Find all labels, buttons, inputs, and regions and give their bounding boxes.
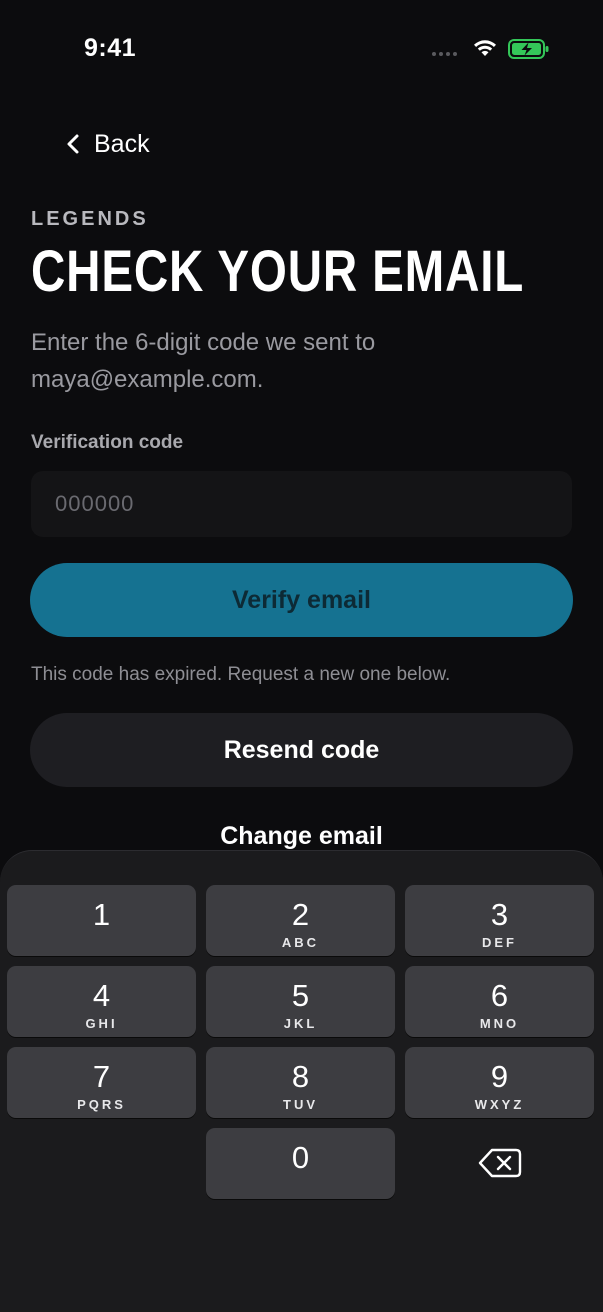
key-letters: WXYZ (474, 1097, 525, 1112)
key-letters: PQRS (77, 1097, 126, 1112)
code-expired-message: This code has expired. Request a new one… (31, 664, 451, 685)
key-digit: 7 (92, 1059, 111, 1094)
keypad-key-2[interactable]: 2 ABC (206, 885, 395, 956)
resend-code-button[interactable]: Resend code (30, 713, 573, 787)
verification-code-input[interactable] (31, 471, 572, 537)
battery-icon (508, 39, 549, 59)
keypad-key-3[interactable]: 3 DEF (405, 885, 594, 956)
keypad-delete-key[interactable] (476, 1143, 524, 1183)
key-letters: GHI (85, 1016, 118, 1031)
brand-name: LEGENDS (31, 208, 149, 230)
cellular-signal-icon (432, 52, 457, 56)
key-digit: 5 (291, 978, 310, 1013)
keypad-key-6[interactable]: 6 MNO (405, 966, 594, 1037)
keypad-key-9[interactable]: 9 WXYZ (405, 1047, 594, 1118)
key-digit: 0 (291, 1140, 310, 1175)
keypad-key-8[interactable]: 8 TUV (206, 1047, 395, 1118)
back-button[interactable]: Back (66, 124, 150, 164)
backspace-icon (478, 1148, 522, 1178)
key-digit: 2 (291, 897, 310, 932)
key-digit: 3 (490, 897, 509, 932)
key-digit: 1 (92, 897, 111, 932)
keypad-key-5[interactable]: 5 JKL (206, 966, 395, 1037)
key-digit: 8 (291, 1059, 310, 1094)
keypad-key-7[interactable]: 7 PQRS (7, 1047, 196, 1118)
key-letters: MNO (479, 1016, 520, 1031)
status-bar: 9:41 (0, 0, 603, 100)
verification-code-label: Verification code (31, 432, 184, 453)
key-letters: DEF (482, 935, 517, 950)
page-title: CHECK YOUR EMAIL (31, 239, 525, 304)
keypad-key-1[interactable]: 1 (7, 885, 196, 956)
page-subtitle: Enter the 6-digit code we sent to maya@e… (31, 329, 376, 393)
key-letters: JKL (283, 1016, 318, 1031)
verify-email-button[interactable]: Verify email (30, 563, 573, 637)
change-email-link[interactable]: Change email (0, 822, 603, 851)
key-digit: 6 (490, 978, 509, 1013)
key-letters: TUV (283, 1097, 318, 1112)
back-label: Back (94, 129, 150, 158)
chevron-left-icon (67, 134, 79, 154)
numeric-keypad: 1 2 ABC 3 DEF 4 GHI 5 JKL 6 MNO 7 PQRS 8… (0, 850, 603, 1312)
key-letters: ABC (281, 935, 320, 950)
keypad-key-4[interactable]: 4 GHI (7, 966, 196, 1037)
wifi-icon (474, 40, 496, 56)
keypad-key-0[interactable]: 0 (206, 1128, 395, 1199)
key-digit: 4 (92, 978, 111, 1013)
status-time: 9:41 (84, 34, 137, 62)
key-digit: 9 (490, 1059, 509, 1094)
